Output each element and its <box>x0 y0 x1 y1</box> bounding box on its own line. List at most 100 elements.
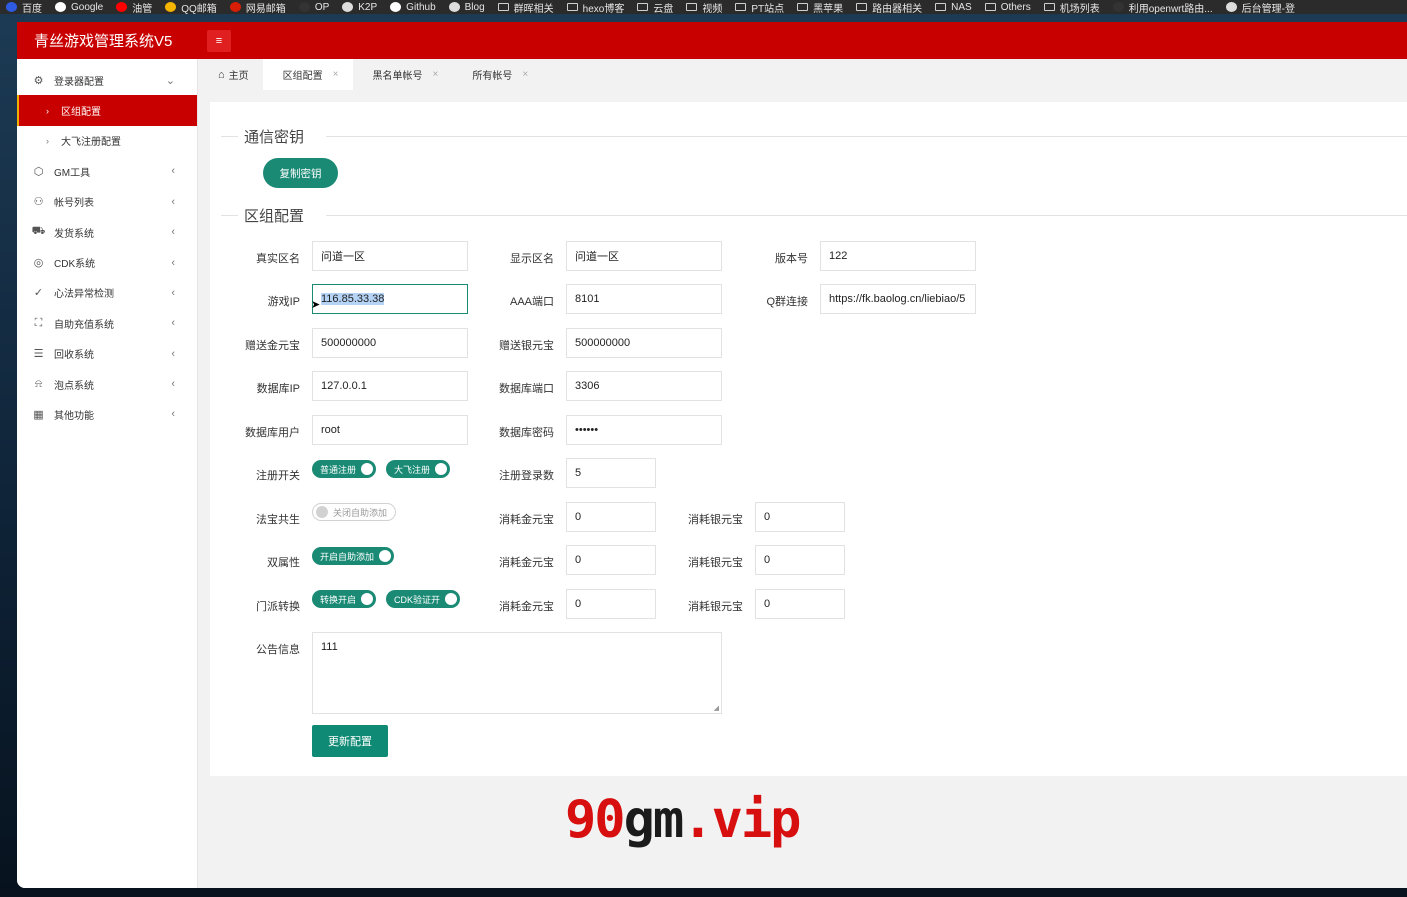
tab-zone-config[interactable]: 区组配置 × <box>262 59 353 90</box>
sidebar-item-paodian[interactable]: ⍾ 泡点系统 ‹ <box>17 369 197 399</box>
sidebar-item-label: 大飞注册配置 <box>61 137 121 149</box>
qq-group-label: Q群连接 <box>766 296 808 308</box>
gift-silver-field[interactable]: 500000000 <box>566 328 722 358</box>
chevron-right-icon: › <box>46 105 49 116</box>
dual-attr-toggle[interactable]: 开启自助添加 <box>312 547 395 565</box>
bookmark-label: hexo博客 <box>582 3 625 15</box>
qq-group-field[interactable]: https://fk.baolog.cn/liebiao/5 <box>820 284 976 314</box>
sidebar-item-login-config[interactable]: ⚙ 登录器配置 ⌄ <box>17 65 197 95</box>
db-ip-field[interactable]: 127.0.0.1 <box>312 371 468 401</box>
user-icon: ⚇ <box>33 196 44 209</box>
bookmark-item[interactable]: 黑苹果 <box>791 0 850 14</box>
bookmark-label: OP <box>314 1 330 13</box>
notice-textarea[interactable]: 111 ◢ <box>312 632 722 714</box>
home-icon: ⌂ <box>218 68 225 81</box>
chevron-left-icon: ‹ <box>171 165 175 178</box>
sidebar-item-zone-config[interactable]: › 区组配置 <box>17 95 197 127</box>
close-icon[interactable]: × <box>522 69 528 80</box>
bookmark-item[interactable]: Blog <box>443 2 492 13</box>
db-port-field[interactable]: 3306 <box>566 371 722 401</box>
sidebar-item-dafei-config[interactable]: › 大飞注册配置 <box>17 126 197 156</box>
sidebar-item-xinfa-check[interactable]: ✓ 心法异常检测 ‹ <box>17 278 197 308</box>
sect-switch-toggle[interactable]: 转换开启 <box>312 590 377 608</box>
aaa-port-label: AAA端口 <box>509 296 554 308</box>
normal-register-toggle[interactable]: 普通注册 <box>312 460 377 478</box>
fabao-gold-field[interactable]: 0 <box>566 502 656 532</box>
bookmark-item[interactable]: NAS <box>929 2 979 13</box>
gift-gold-field[interactable]: 500000000 <box>312 328 468 358</box>
db-password-field[interactable]: •••••• <box>566 415 722 445</box>
dual-silver-field[interactable]: 0 <box>755 545 845 575</box>
bookmark-item[interactable]: Google <box>49 2 110 13</box>
bookmark-item[interactable]: 视频 <box>680 0 729 14</box>
bookmark-item[interactable]: 油管 <box>110 0 159 14</box>
bookmark-item[interactable]: K2P <box>336 2 384 13</box>
sect-silver-field[interactable]: 0 <box>755 589 845 619</box>
gift-silver-label: 赠送银元宝 <box>499 340 554 352</box>
dafei-register-toggle[interactable]: 大飞注册 <box>386 460 451 478</box>
folder-icon <box>856 3 868 11</box>
bookmark-item[interactable]: 利用openwrt路由... <box>1107 0 1220 14</box>
tab-blacklist[interactable]: 黑名单帐号 × <box>353 59 453 90</box>
tab-all-accounts[interactable]: 所有帐号 × <box>452 59 542 90</box>
display-zone-field[interactable]: 问道一区 <box>566 241 722 271</box>
sidebar-item-label: 泡点系统 <box>54 380 94 392</box>
chevron-left-icon: ‹ <box>171 317 175 330</box>
folder-icon <box>1043 3 1055 11</box>
bookmark-item[interactable]: 网易邮箱 <box>224 0 293 14</box>
notice-value: 111 <box>321 641 338 653</box>
dual-gold-field[interactable]: 0 <box>566 545 656 575</box>
bookmark-item[interactable]: hexo博客 <box>561 0 632 14</box>
fabao-silver-field[interactable]: 0 <box>755 502 845 532</box>
copy-key-button[interactable]: 复制密钥 <box>263 158 338 188</box>
bookmark-item[interactable]: 机场列表 <box>1038 0 1107 14</box>
baidu-icon <box>6 2 17 12</box>
sect-gold-field[interactable]: 0 <box>566 589 656 619</box>
bookmark-item[interactable]: PT站点 <box>729 0 791 14</box>
sidebar-item-other[interactable]: ▦ 其他功能 ‹ <box>17 399 197 429</box>
chevron-down-icon: ⌄ <box>165 74 175 87</box>
bookmark-item[interactable]: 百度 <box>0 0 49 14</box>
bookmark-item[interactable]: QQ邮箱 <box>159 0 224 14</box>
register-count-field[interactable]: 5 <box>566 458 656 488</box>
section-title: 通信密钥 <box>244 129 305 146</box>
bookmark-item[interactable]: Others <box>979 2 1038 13</box>
bookmark-item[interactable]: Github <box>384 2 442 13</box>
bookmark-item[interactable]: OP <box>293 2 336 13</box>
bookmark-item[interactable]: 路由器相关 <box>850 0 929 14</box>
menu-toggle-icon[interactable]: ≡ <box>207 29 231 52</box>
bookmark-item[interactable]: 后台管理-登 <box>1220 0 1302 14</box>
bookmark-label: Blog <box>464 1 485 13</box>
game-ip-field[interactable]: 116.85.33.38 <box>312 284 468 314</box>
sidebar-item-label: 区组配置 <box>61 107 101 119</box>
tab-label: 主页 <box>228 71 249 82</box>
tab-label: 黑名单帐号 <box>372 71 423 82</box>
truck-icon: ⛟ <box>31 225 46 238</box>
db-user-field[interactable]: root <box>312 415 468 445</box>
close-icon[interactable]: × <box>433 69 439 80</box>
chevron-left-icon: ‹ <box>171 408 175 421</box>
fabao-toggle[interactable]: 关闭自助添加 <box>312 503 397 521</box>
resize-handle-icon[interactable]: ◢ <box>714 704 719 712</box>
bookmark-label: 网易邮箱 <box>245 3 286 15</box>
close-icon[interactable]: × <box>333 69 339 80</box>
bookmark-item[interactable]: 群晖相关 <box>492 0 561 14</box>
globe-icon <box>342 2 354 12</box>
aaa-port-field[interactable]: 8101 <box>566 284 722 314</box>
version-field[interactable]: 122 <box>820 241 976 271</box>
sidebar-item-recharge[interactable]: ⛶ 自助充值系统 ‹ <box>17 308 197 338</box>
sidebar-item-gm-tools[interactable]: ⬡ GM工具 ‹ <box>17 156 197 186</box>
bookmark-label: Google <box>71 1 104 13</box>
sidebar-item-accounts[interactable]: ⚇ 帐号列表 ‹ <box>17 187 197 217</box>
real-zone-field[interactable]: 问道一区 <box>312 241 468 271</box>
cdk-verify-toggle[interactable]: CDK验证开 <box>386 590 461 608</box>
sidebar-item-cdk[interactable]: ◎ CDK系统 ‹ <box>17 247 197 277</box>
folder-icon <box>566 3 578 11</box>
site-icon <box>1112 2 1124 12</box>
sidebar-item-delivery[interactable]: ⛟ 发货系统 ‹ <box>17 217 197 247</box>
chrome-icon <box>165 2 177 12</box>
update-config-button[interactable]: 更新配置 <box>312 725 388 757</box>
tab-home[interactable]: ⌂ 主页 <box>198 59 263 90</box>
bookmark-item[interactable]: 云盘 <box>631 0 680 14</box>
sidebar-item-recycle[interactable]: ☰ 回收系统 ‹ <box>17 339 197 369</box>
